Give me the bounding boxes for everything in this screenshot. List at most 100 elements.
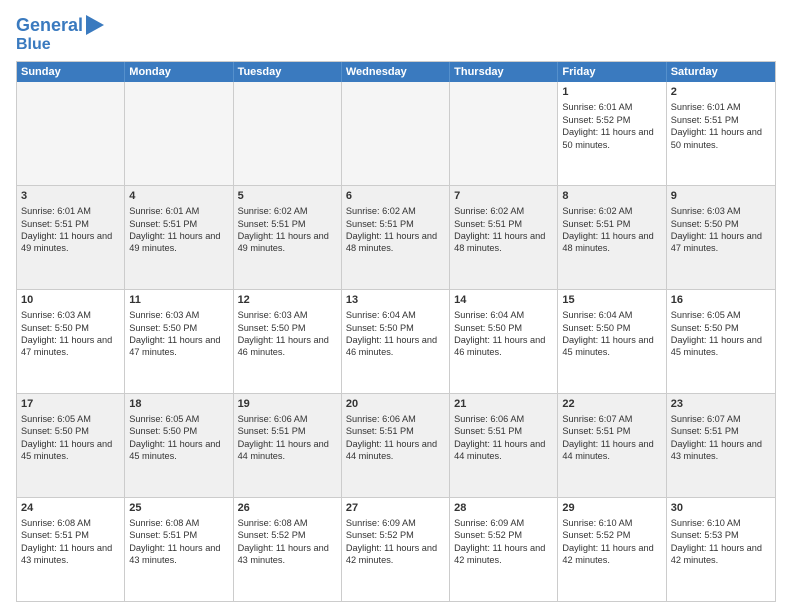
- sunset-text: Sunset: 5:51 PM: [346, 219, 414, 229]
- sunrise-text: Sunrise: 6:05 AM: [21, 414, 91, 424]
- sunrise-text: Sunrise: 6:06 AM: [454, 414, 524, 424]
- daylight-label: Daylight: 11 hours and 42 minutes.: [454, 543, 545, 565]
- sunrise-text: Sunrise: 6:01 AM: [671, 102, 741, 112]
- daylight-label: Daylight: 11 hours and 43 minutes.: [21, 543, 112, 565]
- cal-cell: 10Sunrise: 6:03 AMSunset: 5:50 PMDayligh…: [17, 290, 125, 393]
- sunset-text: Sunset: 5:51 PM: [129, 219, 197, 229]
- sunset-text: Sunset: 5:51 PM: [454, 219, 522, 229]
- cal-cell: 24Sunrise: 6:08 AMSunset: 5:51 PMDayligh…: [17, 498, 125, 601]
- daylight-label: Daylight: 11 hours and 46 minutes.: [238, 335, 329, 357]
- daylight-label: Daylight: 11 hours and 49 minutes.: [238, 231, 329, 253]
- sunrise-text: Sunrise: 6:02 AM: [346, 206, 416, 216]
- sunset-text: Sunset: 5:50 PM: [238, 323, 306, 333]
- daylight-label: Daylight: 11 hours and 49 minutes.: [129, 231, 220, 253]
- daylight-label: Daylight: 11 hours and 45 minutes.: [562, 335, 653, 357]
- sunrise-text: Sunrise: 6:06 AM: [238, 414, 308, 424]
- logo-text-blue: Blue: [16, 36, 51, 54]
- day-number: 19: [238, 397, 337, 412]
- cal-header-monday: Monday: [125, 62, 233, 82]
- daylight-label: Daylight: 11 hours and 45 minutes.: [21, 439, 112, 461]
- logo-arrow-icon: [86, 15, 104, 35]
- daylight-label: Daylight: 11 hours and 42 minutes.: [346, 543, 437, 565]
- cal-cell: 9Sunrise: 6:03 AMSunset: 5:50 PMDaylight…: [667, 186, 775, 289]
- cal-cell: 21Sunrise: 6:06 AMSunset: 5:51 PMDayligh…: [450, 394, 558, 497]
- day-number: 13: [346, 293, 445, 308]
- sunset-text: Sunset: 5:52 PM: [346, 530, 414, 540]
- cal-week-5: 24 Sunrise: 6:08 AM Sunset: 5:51 PM Dayligh…: [17, 498, 775, 601]
- daylight-label: Daylight: 11 hours and 48 minutes.: [346, 231, 437, 253]
- cal-cell: 13Sunrise: 6:04 AMSunset: 5:50 PMDayligh…: [342, 290, 450, 393]
- logo: General Blue: [16, 16, 104, 53]
- sunrise-text: Sunrise: 6:03 AM: [671, 206, 741, 216]
- sunset-text: Sunset: 5:51 PM: [562, 426, 630, 436]
- day-number: 11: [129, 293, 228, 308]
- sunrise-text: Sunrise: 6:02 AM: [238, 206, 308, 216]
- day-number: 14: [454, 293, 553, 308]
- cal-cell: 7Sunrise: 6:02 AMSunset: 5:51 PMDaylight…: [450, 186, 558, 289]
- sunrise-text: Sunrise: 6:05 AM: [129, 414, 199, 424]
- daylight-label: Daylight: 11 hours and 45 minutes.: [671, 335, 762, 357]
- sunrise-text: Sunrise: 6:05 AM: [671, 310, 741, 320]
- daylight-label: Daylight: 11 hours and 42 minutes.: [562, 543, 653, 565]
- daylight-label: Daylight: 11 hours and 47 minutes.: [671, 231, 762, 253]
- day-number: 24: [21, 501, 120, 516]
- sunset-text: Sunset: 5:51 PM: [238, 426, 306, 436]
- cal-header-sunday: Sunday: [17, 62, 125, 82]
- sunset-text: Sunset: 5:52 PM: [238, 530, 306, 540]
- sunrise-text: Sunrise: 6:02 AM: [562, 206, 632, 216]
- sunset-text: Sunset: 5:51 PM: [454, 426, 522, 436]
- cal-cell: 12Sunrise: 6:03 AMSunset: 5:50 PMDayligh…: [234, 290, 342, 393]
- cal-cell: [450, 82, 558, 185]
- cal-header-saturday: Saturday: [667, 62, 775, 82]
- cal-cell: 16Sunrise: 6:05 AMSunset: 5:50 PMDayligh…: [667, 290, 775, 393]
- sunset-text: Sunset: 5:51 PM: [238, 219, 306, 229]
- day-number: 3: [21, 189, 120, 204]
- daylight-label: Daylight: 11 hours and 46 minutes.: [346, 335, 437, 357]
- sunrise-text: Sunrise: 6:08 AM: [238, 518, 308, 528]
- daylight-label: Daylight: 11 hours and 49 minutes.: [21, 231, 112, 253]
- sunrise-text: Sunrise: 6:01 AM: [129, 206, 199, 216]
- sunrise-text: Sunrise: 6:04 AM: [562, 310, 632, 320]
- day-number: 6: [346, 189, 445, 204]
- sunrise-text: Sunrise: 6:09 AM: [454, 518, 524, 528]
- daylight-label: Daylight: 11 hours and 47 minutes.: [21, 335, 112, 357]
- cal-header-wednesday: Wednesday: [342, 62, 450, 82]
- cal-header-tuesday: Tuesday: [234, 62, 342, 82]
- daylight-label: Daylight: 11 hours and 47 minutes.: [129, 335, 220, 357]
- sunset-text: Sunset: 5:51 PM: [21, 530, 89, 540]
- sunset-text: Sunset: 5:51 PM: [562, 219, 630, 229]
- day-number: 2: [671, 85, 771, 100]
- calendar: SundayMondayTuesdayWednesdayThursdayFrid…: [16, 61, 776, 602]
- day-number: 16: [671, 293, 771, 308]
- cal-cell: 5Sunrise: 6:02 AMSunset: 5:51 PMDaylight…: [234, 186, 342, 289]
- sunrise-text: Sunrise: 6:10 AM: [671, 518, 741, 528]
- cal-cell: 18Sunrise: 6:05 AMSunset: 5:50 PMDayligh…: [125, 394, 233, 497]
- cal-cell: 30Sunrise: 6:10 AMSunset: 5:53 PMDayligh…: [667, 498, 775, 601]
- day-number: 9: [671, 189, 771, 204]
- cal-cell: 17Sunrise: 6:05 AMSunset: 5:50 PMDayligh…: [17, 394, 125, 497]
- sunset-text: Sunset: 5:53 PM: [671, 530, 739, 540]
- cal-cell: 19Sunrise: 6:06 AMSunset: 5:51 PMDayligh…: [234, 394, 342, 497]
- day-number: 18: [129, 397, 228, 412]
- day-number: 7: [454, 189, 553, 204]
- cal-cell: 6 Sunrise: 6:02 AM Sunset: 5:51 PM Daylight…: [342, 186, 450, 289]
- day-number: 20: [346, 397, 445, 412]
- daylight-label: Daylight: 11 hours and 45 minutes.: [129, 439, 220, 461]
- cal-cell: 1Sunrise: 6:01 AMSunset: 5:52 PMDaylight…: [558, 82, 666, 185]
- sunset-text: Sunset: 5:51 PM: [671, 426, 739, 436]
- sunrise-text: Sunrise: 6:03 AM: [238, 310, 308, 320]
- sunset-text: Sunset: 5:50 PM: [129, 323, 197, 333]
- daylight-label: Daylight: 11 hours and 43 minutes.: [129, 543, 220, 565]
- sunrise-text: Sunrise: 6:06 AM: [346, 414, 416, 424]
- sunset-text: Sunset: 5:50 PM: [454, 323, 522, 333]
- sunset-text: Sunset: 5:51 PM: [21, 219, 89, 229]
- cal-header-friday: Friday: [558, 62, 666, 82]
- day-number: 8: [562, 189, 661, 204]
- cal-cell: 11 Sunrise: 6:03 AM Sunset: 5:50 PM Dayligh…: [125, 290, 233, 393]
- sunset-text: Sunset: 5:51 PM: [346, 426, 414, 436]
- logo-text-general: General: [16, 16, 83, 36]
- sunrise-text: Sunrise: 6:03 AM: [129, 310, 199, 320]
- sunset-text: Sunset: 5:51 PM: [671, 115, 739, 125]
- sunrise-text: Sunrise: 6:10 AM: [562, 518, 632, 528]
- daylight-label: Daylight: 11 hours and 44 minutes.: [562, 439, 653, 461]
